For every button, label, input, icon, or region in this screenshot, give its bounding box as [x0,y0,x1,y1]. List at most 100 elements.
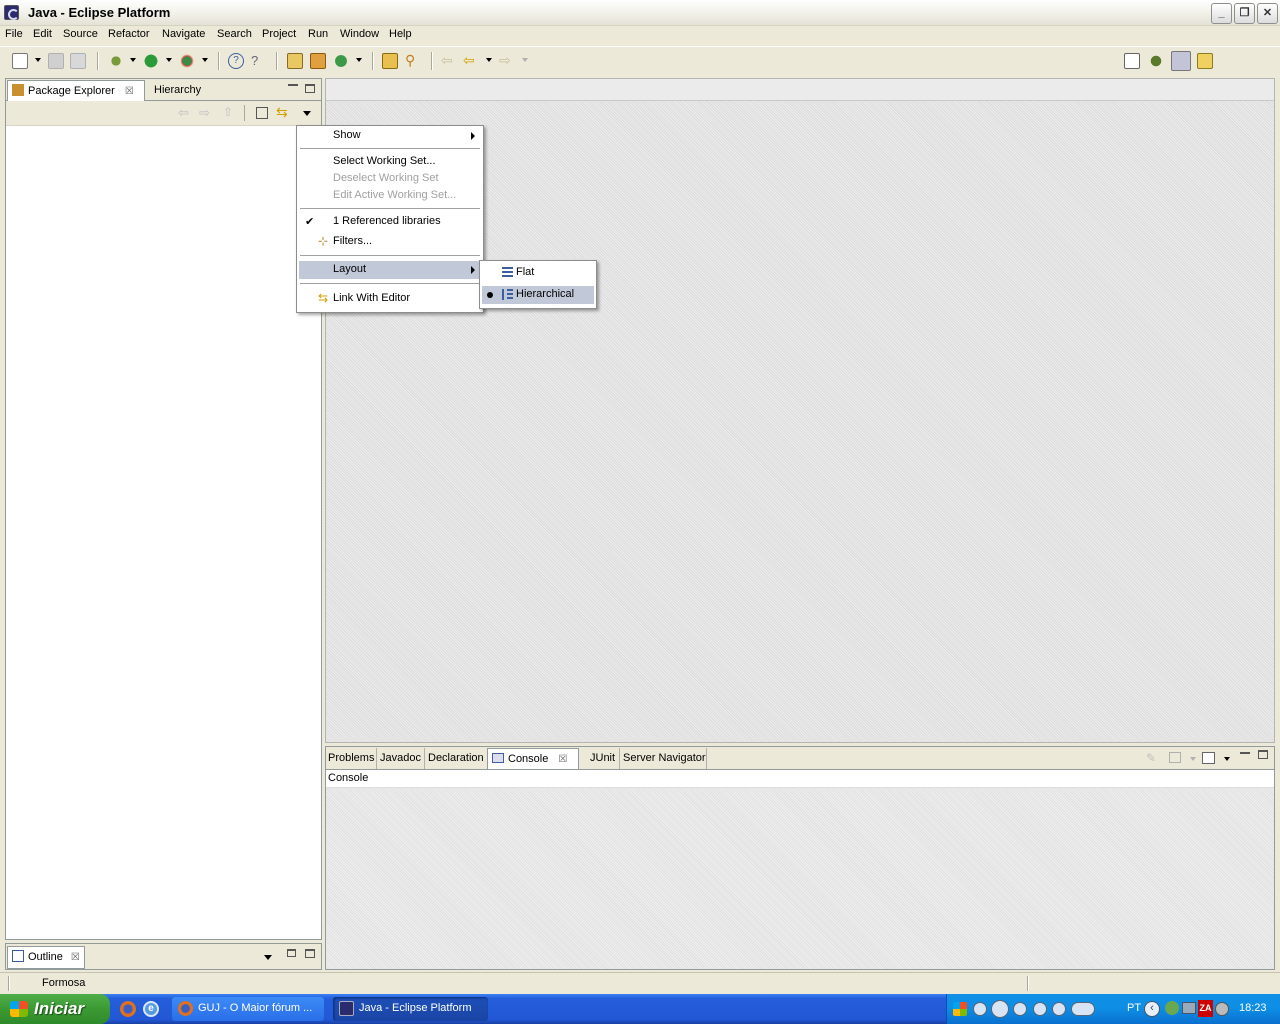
minimize-view-icon[interactable] [288,83,298,86]
open-type-icon[interactable] [382,53,398,69]
run-icon[interactable] [143,53,159,69]
new-java-project-icon[interactable] [287,53,303,69]
menu-window[interactable]: Window [340,28,379,40]
menu-run[interactable]: Run [308,28,328,40]
back-icon[interactable]: ⇦ [178,105,189,121]
media-previous-icon[interactable] [1033,1002,1047,1016]
media-stop2-icon[interactable] [1013,1002,1027,1016]
display-console-dropdown-icon[interactable] [1190,757,1196,761]
task-eclipse[interactable]: Java - Eclipse Platform [333,997,488,1021]
menu-item-filters[interactable]: ⊹ Filters... [299,233,481,251]
help-search-icon[interactable]: ? [251,53,267,69]
start-button[interactable]: Iniciar [0,994,110,1024]
tab-server-navigator[interactable]: Server Navigator [619,748,707,769]
menu-item-select-working-set[interactable]: Select Working Set... [299,153,481,171]
users-icon[interactable] [1165,1001,1179,1015]
print-icon[interactable] [70,53,86,69]
menu-file[interactable]: File [5,28,23,40]
new-class-dropdown-icon[interactable] [356,58,362,62]
menu-item-layout[interactable]: Layout [299,261,481,279]
close-icon[interactable]: ☒ [558,754,567,765]
tab-outline[interactable]: Outline ☒ [7,946,85,969]
open-perspective-icon[interactable] [1124,53,1140,69]
run-dropdown-icon[interactable] [166,58,172,62]
forward-icon[interactable]: ⇨ [199,105,210,121]
open-console-dropdown-icon[interactable] [1224,757,1230,761]
menu-item-link-with-editor[interactable]: ⇆ Link With Editor [299,290,481,308]
console-output[interactable] [326,788,1274,969]
view-menu-icon[interactable] [264,955,272,960]
forward-icon[interactable]: ⇨ [499,53,515,69]
close-icon[interactable]: ☒ [71,952,80,963]
new-java-package-icon[interactable] [310,53,326,69]
menu-search[interactable]: Search [217,28,252,40]
menu-item-referenced-libraries[interactable]: ✔ 1 Referenced libraries [299,213,481,231]
menu-navigate[interactable]: Navigate [162,28,205,40]
media-volume-icon[interactable] [1071,1002,1095,1016]
new-java-class-icon[interactable] [333,53,349,69]
menu-item-show[interactable]: Show [299,127,481,145]
back-icon[interactable]: ⇦ [463,53,479,69]
language-indicator[interactable]: PT [1127,1002,1141,1014]
search-tool-icon[interactable]: ⚲ [405,53,421,69]
menu-project[interactable]: Project [262,28,296,40]
zonealarm-icon[interactable]: ZA [1198,1000,1213,1017]
up-icon[interactable]: ⇧ [223,105,233,119]
external-tools-icon[interactable] [179,53,195,69]
media-player-icon[interactable] [953,1002,967,1016]
java-perspective-icon[interactable] [1171,51,1191,71]
close-button[interactable]: ✕ [1257,3,1278,24]
debug-dropdown-icon[interactable] [130,58,136,62]
save-icon[interactable] [48,53,64,69]
close-icon[interactable]: ☒ [125,86,134,97]
task-guj-forum[interactable]: GUJ - O Maior fórum ... [172,997,324,1021]
collapse-all-icon[interactable] [256,107,268,119]
link-with-editor-icon[interactable]: ⇆ [276,104,288,121]
media-stop-icon[interactable] [973,1002,987,1016]
tab-declaration[interactable]: Declaration [424,748,487,769]
internet-explorer-icon[interactable]: e [143,1001,159,1017]
menu-item-flat[interactable]: Flat [482,264,594,282]
media-next-icon[interactable] [1052,1002,1066,1016]
menu-help[interactable]: Help [389,28,412,40]
antivirus-icon[interactable] [1215,1002,1229,1016]
display-console-icon[interactable] [1169,752,1181,763]
task-guj-label: GUJ - O Maior fórum ... [198,1002,313,1014]
external-tools-dropdown-icon[interactable] [202,58,208,62]
minimize-button[interactable]: _ [1211,3,1232,24]
back-dropdown-icon[interactable] [486,58,492,62]
restore-view-icon[interactable] [287,949,296,957]
debug-perspective-icon[interactable] [1148,53,1164,69]
maximize-button[interactable]: ❐ [1234,3,1255,24]
open-console-icon[interactable] [1202,752,1215,764]
last-edit-icon[interactable]: ⇦ [441,53,457,69]
firefox-icon[interactable] [120,1001,136,1017]
forward-dropdown-icon[interactable] [522,58,528,62]
menu-item-hierarchical[interactable]: Hierarchical [482,286,594,304]
new-dropdown-icon[interactable] [35,58,41,62]
tab-hierarchy[interactable]: Hierarchy [150,80,210,101]
maximize-view-icon[interactable] [305,949,315,958]
menu-source[interactable]: Source [63,28,98,40]
tab-junit[interactable]: JUnit [586,748,622,769]
menu-refactor[interactable]: Refactor [108,28,150,40]
start-label: Iniciar [34,999,85,1018]
resource-perspective-icon[interactable] [1197,53,1213,69]
view-menu-icon[interactable] [303,111,311,116]
tab-javadoc[interactable]: Javadoc [376,748,424,769]
debug-icon[interactable] [108,53,124,69]
tab-console[interactable]: Console ☒ [487,748,579,769]
tray-expand-icon[interactable]: ‹ [1144,1001,1160,1017]
new-icon[interactable] [12,53,28,69]
tab-package-explorer-label: Package Explorer [28,85,115,97]
maximize-view-icon[interactable] [305,84,315,93]
tab-problems[interactable]: Problems [326,748,376,769]
network-icon[interactable] [1182,1002,1196,1014]
media-pause-icon[interactable] [991,1000,1009,1018]
maximize-view-icon[interactable] [1258,750,1268,759]
clear-console-icon[interactable]: ✎ [1146,751,1156,765]
help-icon[interactable]: ? [228,53,244,69]
minimize-view-icon[interactable] [1240,751,1250,754]
tab-package-explorer[interactable]: Package Explorer ☒ [7,80,145,101]
menu-edit[interactable]: Edit [33,28,52,40]
